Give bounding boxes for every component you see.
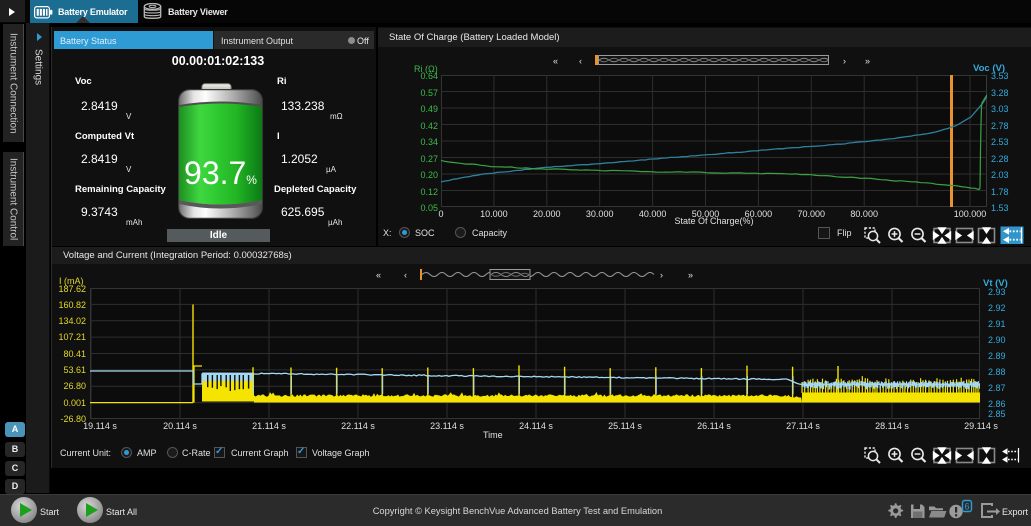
svg-text:6: 6 <box>964 502 969 512</box>
